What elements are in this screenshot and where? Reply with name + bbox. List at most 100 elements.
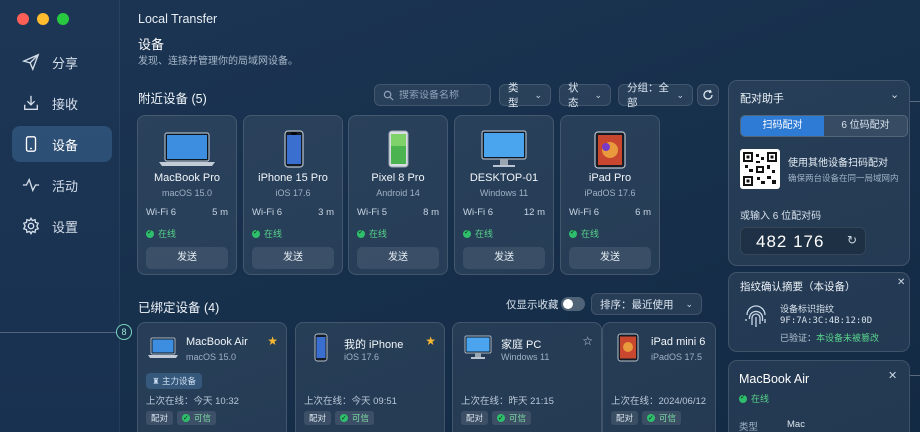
bound-device-card[interactable]: 家庭 PC Windows 11 ☆ 上次在线：昨天 21:15 配对 可信	[452, 322, 602, 432]
device-os: macOS 15.0	[161, 188, 213, 198]
fingerprint-value: 9F:7A:3C:4B:12:0D	[780, 316, 873, 326]
device-os: Android 14	[376, 188, 420, 198]
pairing-mode-tabs: 扫码配对 6 位码配对	[740, 115, 908, 137]
check-circle-icon	[182, 412, 191, 426]
sidebar-item-activity[interactable]: 活动	[12, 167, 112, 203]
last-online: 上次在线：今天 10:32	[146, 396, 239, 407]
divider	[910, 101, 920, 102]
sidebar-item-settings[interactable]: 设置	[12, 208, 112, 244]
favorites-toggle-label: 仅显示收藏	[506, 299, 559, 311]
status-chips: 配对 可信	[146, 411, 217, 426]
bound-device-card[interactable]: 我的 iPhone iOS 17.6 ★ 上次在线：今天 09:51 配对 可信	[295, 322, 445, 432]
last-online: 上次在线：今天 09:51	[304, 396, 397, 407]
refresh-icon[interactable]: ↻	[847, 233, 857, 247]
zoom-window-button[interactable]	[57, 13, 69, 25]
check-circle-icon	[647, 412, 656, 426]
device-distance: 12 m	[523, 207, 545, 218]
device-os: Windows 11	[501, 352, 550, 362]
status-online: 在线	[252, 227, 282, 240]
device-distance: 6 m	[635, 207, 651, 218]
search-input[interactable]	[399, 89, 489, 101]
device-distance: 3 m	[318, 207, 334, 218]
detail-row-label: 类型	[739, 422, 759, 432]
status-filter-label: 状态	[568, 82, 579, 109]
desktop-icon	[461, 333, 495, 363]
device-card[interactable]: iPad Pro iPadOS 17.6 Wi-Fi 6 6 m 在线 发送	[560, 115, 660, 275]
star-outline-icon[interactable]: ☆	[582, 334, 593, 348]
check-circle-icon	[497, 412, 506, 426]
close-icon[interactable]: ✕	[888, 369, 897, 382]
sidebar-item-label: 接收	[52, 96, 79, 112]
device-distance: 8 m	[423, 207, 439, 218]
device-name: MacBook Air	[186, 336, 248, 348]
sidebar-item-receive[interactable]: 接收	[12, 85, 112, 121]
search-box[interactable]	[374, 84, 491, 106]
status-chips: 配对 可信	[461, 411, 532, 426]
device-name: MacBook Pro	[153, 172, 221, 184]
device-os: iPadOS 17.6	[584, 188, 636, 198]
tablet-icon	[611, 333, 645, 363]
device-card[interactable]: iPhone 15 Pro iOS 17.6 Wi-Fi 6 3 m 在线 发送	[243, 115, 343, 275]
sidebar-nav: 分享 接收 设备 活动 设置	[12, 44, 112, 249]
sort-dropdown[interactable]: 排序：最近使用 ⌄	[591, 293, 702, 315]
device-os: Windows 11	[479, 188, 529, 198]
sidebar-item-devices[interactable]: 设备	[12, 126, 112, 162]
device-card[interactable]: DESKTOP-01 Windows 11 Wi-Fi 6 12 m 在线 发送	[454, 115, 554, 275]
status-chips: 配对 可信	[304, 411, 375, 426]
primary-device-tag: ♜ 主力设备	[146, 373, 202, 389]
device-card[interactable]: MacBook Pro macOS 15.0 Wi-Fi 6 5 m 在线 发送	[137, 115, 237, 275]
bound-device-card[interactable]: iPad mini 6 iPadOS 17.5 上次在线：2024/06/12 …	[602, 322, 716, 432]
chevron-down-icon: ⌄	[534, 89, 542, 100]
tab-code[interactable]: 6 位码配对	[824, 116, 907, 136]
scan-title: 使用其他设备扫码配对	[788, 158, 888, 169]
send-button[interactable]: 发送	[252, 247, 334, 269]
close-window-button[interactable]	[17, 13, 29, 25]
device-name: 家庭 PC	[501, 339, 542, 351]
group-dropdown[interactable]: 分组：全部 ⌄	[618, 82, 693, 109]
send-button[interactable]: 发送	[357, 247, 439, 269]
fingerprint-icon	[741, 303, 771, 336]
favorites-toggle[interactable]	[561, 297, 585, 311]
phone-icon	[244, 124, 342, 174]
minimize-window-button[interactable]	[37, 13, 49, 25]
chevron-down-icon: ⌄	[676, 89, 684, 100]
device-name: iPad mini 6	[651, 336, 706, 348]
close-icon[interactable]: ✕	[897, 277, 905, 288]
user-icon: ♜	[152, 376, 162, 386]
bound-device-card[interactable]: MacBook Air macOS 15.0 ★ ♜ 主力设备 上次在线：今天 …	[137, 322, 287, 432]
device-name: Pixel 8 Pro	[371, 172, 425, 184]
device-network: Wi-Fi 6	[252, 207, 283, 218]
paired-chip: 配对	[304, 411, 332, 425]
sidebar: 分享 接收 设备 活动 设置	[0, 0, 120, 432]
trusted-chip: 可信	[642, 411, 682, 426]
chevron-down-icon[interactable]: ⌄	[890, 88, 899, 101]
tab-scan[interactable]: 扫码配对	[741, 116, 824, 136]
paired-chip: 配对	[611, 411, 639, 425]
phone-icon	[304, 333, 338, 363]
sidebar-item-label: 分享	[52, 55, 79, 71]
send-button[interactable]: 发送	[569, 247, 651, 269]
status-filter-dropdown[interactable]: 状态 ⌄	[559, 82, 611, 109]
notification-badge[interactable]: 8	[116, 324, 132, 340]
star-filled-icon[interactable]: ★	[425, 334, 436, 348]
activity-icon	[22, 177, 40, 193]
device-card[interactable]: Pixel 8 Pro Android 14 Wi-Fi 5 8 m 在线 发送	[348, 115, 448, 275]
refresh-button[interactable]	[697, 84, 719, 106]
page-subtitle: 发现、连接并管理你的局域网设备。	[138, 56, 298, 67]
chevron-down-icon: ⌄	[685, 298, 693, 309]
refresh-icon	[703, 89, 713, 100]
trusted-chip: 可信	[177, 411, 217, 426]
type-filter-label: 类型	[508, 82, 519, 109]
star-filled-icon[interactable]: ★	[267, 334, 278, 348]
group-label: 分组：全部	[627, 82, 669, 109]
paired-chip: 配对	[461, 411, 489, 425]
laptop-icon	[146, 333, 180, 363]
send-button[interactable]: 发送	[146, 247, 228, 269]
device-name: 我的 iPhone	[344, 339, 404, 351]
fingerprint-title: 指纹确认摘要（本设备）	[740, 281, 856, 293]
type-filter-dropdown[interactable]: 类型 ⌄	[499, 82, 551, 109]
status-online: 在线	[146, 227, 176, 240]
device-name: DESKTOP-01	[469, 172, 539, 184]
sidebar-item-share[interactable]: 分享	[12, 44, 112, 80]
send-button[interactable]: 发送	[463, 247, 545, 269]
